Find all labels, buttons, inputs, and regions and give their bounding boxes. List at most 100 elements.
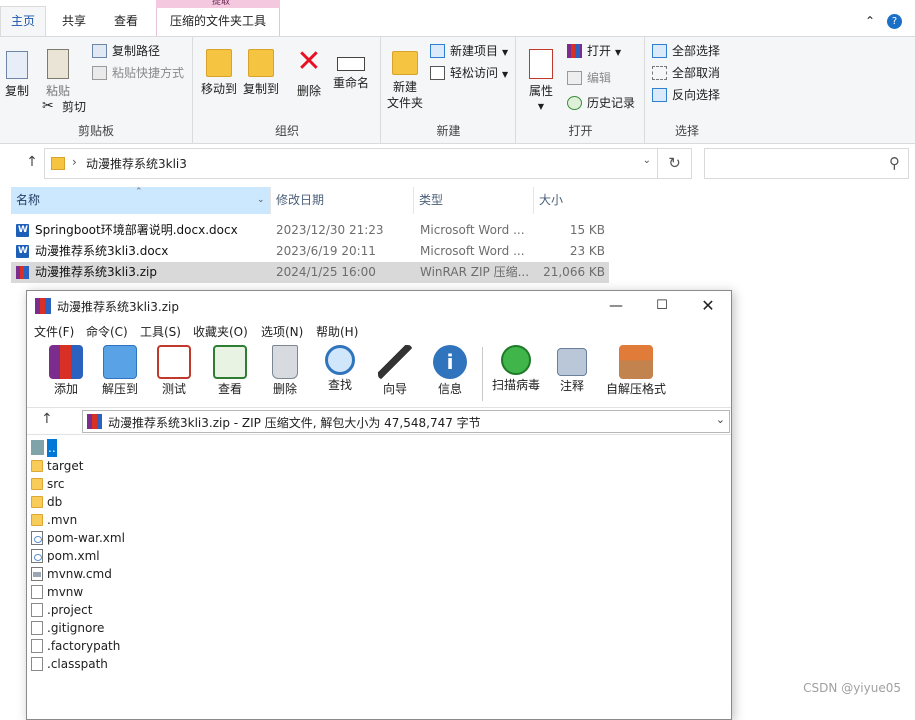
extract-to-button[interactable]: 解压到: [93, 345, 147, 403]
ribbon-controls: ⌃ ?: [865, 14, 905, 29]
file-row[interactable]: Springboot环境部署说明.docx.docx 2023/12/30 21…: [11, 220, 609, 241]
select-none-icon: [652, 66, 667, 80]
open-group: 属性 ▼ 打开 ▼ 编辑 历史记录 打开: [517, 37, 645, 143]
file-size: 23 KB: [569, 244, 605, 258]
info-icon: i: [433, 345, 467, 379]
rename-button[interactable]: 重命名: [330, 43, 372, 111]
find-button[interactable]: 查找: [313, 345, 367, 403]
menu-favorites[interactable]: 收藏夹(O): [193, 323, 248, 340]
history-button[interactable]: 历史记录: [567, 93, 635, 113]
column-size[interactable]: 大小: [534, 187, 611, 214]
trash-icon: [272, 345, 298, 379]
tab-home[interactable]: 主页: [0, 6, 47, 36]
copy-to-button[interactable]: 复制到: [240, 43, 282, 111]
virus-bug-icon: [501, 345, 531, 375]
delete-archive-button[interactable]: 删除: [258, 345, 312, 403]
search-input[interactable]: ⚲: [704, 148, 909, 179]
virus-scan-button[interactable]: 扫描病毒: [487, 345, 545, 403]
test-button[interactable]: 测试: [147, 345, 201, 403]
ribbon: 复制 粘贴 复制路径 粘贴快捷方式 ✂ 剪切 剪贴板 移动到 复制到 ✕ 删除 …: [0, 36, 915, 144]
address-bar[interactable]: › 动漫推荐系统3kli3 ⌄: [44, 148, 658, 179]
invert-selection-button[interactable]: 反向选择: [652, 85, 720, 105]
item-name: .gitignore: [47, 621, 105, 635]
copy-path-icon: [92, 44, 107, 58]
move-to-button[interactable]: 移动到: [198, 43, 240, 111]
sfx-button[interactable]: 自解压格式: [603, 345, 669, 403]
chevron-down-icon[interactable]: ⌄: [643, 155, 651, 166]
minimize-button[interactable]: —: [593, 291, 639, 321]
extract-to-label: 解压到: [101, 382, 138, 396]
wizard-label: 向导: [382, 382, 407, 396]
new-folder-button[interactable]: 新建 文件夹: [382, 43, 428, 111]
new-item-button[interactable]: 新建项目 ▼: [430, 41, 508, 61]
paste-icon: [47, 49, 69, 79]
menu-help[interactable]: 帮助(H): [316, 323, 358, 340]
sfx-label: 自解压格式: [605, 382, 666, 396]
menu-tools[interactable]: 工具(S): [140, 323, 181, 340]
toolbar-separator: [482, 347, 483, 401]
open-button[interactable]: 打开 ▼: [567, 41, 621, 61]
file-size: 15 KB: [569, 223, 605, 237]
maximize-button[interactable]: ☐: [639, 291, 685, 321]
properties-label: 属性: [528, 84, 553, 98]
breadcrumb-chevron-icon[interactable]: ›: [72, 155, 77, 169]
item-name: .factorypath: [47, 639, 121, 653]
delete-button[interactable]: ✕ 删除: [290, 43, 328, 111]
magic-wand-icon: [378, 345, 412, 379]
archive-file-list: .. target src db .mvn pom-war.xml pom.xm…: [27, 437, 731, 707]
column-name[interactable]: 名称 ⌃ ⌄: [11, 187, 271, 214]
up-arrow-icon[interactable]: ↑: [22, 154, 42, 174]
properties-button[interactable]: 属性 ▼: [521, 43, 561, 111]
paste-shortcut-label: 粘贴快捷方式: [112, 66, 185, 80]
folder-icon: [31, 478, 43, 490]
chevron-down-icon[interactable]: ⌄: [257, 187, 265, 214]
organize-group-label: 组织: [274, 124, 299, 138]
menu-file[interactable]: 文件(F): [34, 323, 74, 340]
copy-path-button[interactable]: 复制路径: [92, 41, 160, 61]
folder-icon: [51, 157, 65, 170]
easy-access-label: 轻松访问: [450, 66, 499, 80]
chevron-down-icon[interactable]: ⌄: [716, 413, 725, 426]
context-tab-group: 提取: [156, 0, 280, 8]
tab-compressed-folder-tools[interactable]: 压缩的文件夹工具: [156, 8, 280, 36]
refresh-icon[interactable]: ↻: [658, 148, 692, 179]
easy-access-button[interactable]: 轻松访问 ▼: [430, 63, 508, 83]
file-icon: [31, 603, 43, 617]
test-clipboard-icon: [157, 345, 191, 379]
column-date[interactable]: 修改日期: [271, 187, 414, 214]
add-button[interactable]: 添加: [39, 345, 93, 403]
edit-icon: [567, 71, 582, 85]
column-type[interactable]: 类型: [414, 187, 534, 214]
wizard-button[interactable]: 向导: [368, 345, 422, 403]
info-button[interactable]: i 信息: [423, 345, 477, 403]
select-none-button[interactable]: 全部取消: [652, 63, 720, 83]
up-arrow-icon[interactable]: ↑: [41, 411, 53, 427]
tab-share[interactable]: 共享: [52, 8, 96, 36]
menu-options[interactable]: 选项(N): [261, 323, 303, 340]
paste-shortcut-button[interactable]: 粘贴快捷方式: [92, 63, 184, 83]
file-row[interactable]: 动漫推荐系统3kli3.docx 2023/6/19 20:11 Microso…: [11, 241, 609, 262]
comment-button[interactable]: 注释: [545, 345, 599, 403]
tab-view[interactable]: 查看: [104, 8, 148, 36]
view-button[interactable]: 查看: [203, 345, 257, 403]
collapse-ribbon-icon[interactable]: ⌃: [865, 14, 875, 28]
ribbon-tab-bar: 主页 共享 查看 提取 压缩的文件夹工具 ⌃ ?: [0, 0, 915, 36]
move-to-label: 移动到: [200, 82, 237, 96]
cut-button[interactable]: ✂ 剪切: [42, 97, 86, 117]
item-name: db: [47, 495, 63, 509]
file-row-selected[interactable]: 动漫推荐系统3kli3.zip 2024/1/25 16:00 WinRAR Z…: [11, 262, 609, 283]
menu-commands[interactable]: 命令(C): [86, 323, 128, 340]
winrar-title-bar[interactable]: 动漫推荐系统3kli3.zip — ☐ ✕: [27, 291, 731, 321]
delete-archive-label: 删除: [272, 382, 297, 396]
edit-button[interactable]: 编辑: [567, 68, 611, 88]
copy-button[interactable]: 复制: [0, 43, 34, 111]
file-size: 21,066 KB: [543, 265, 605, 279]
help-icon[interactable]: ?: [887, 14, 902, 29]
select-all-button[interactable]: 全部选择: [652, 41, 720, 61]
close-button[interactable]: ✕: [685, 291, 731, 321]
archive-path-select[interactable]: 动漫推荐系统3kli3.zip - ZIP 压缩文件, 解包大小为 47,548…: [82, 410, 730, 433]
cmd-file-icon: [31, 567, 43, 581]
xml-file-icon: [31, 531, 43, 545]
breadcrumb-current[interactable]: 动漫推荐系统3kli3: [86, 155, 187, 172]
comment-icon: [557, 348, 587, 376]
